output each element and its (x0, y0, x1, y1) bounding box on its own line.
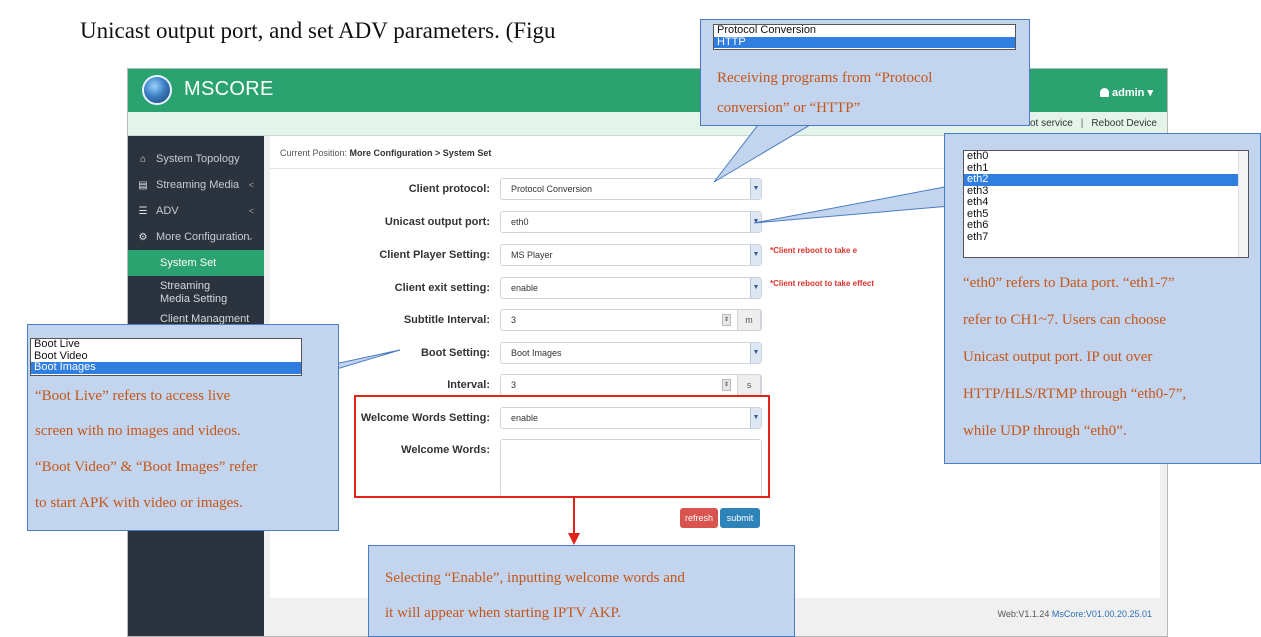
gear-icon: ⚙ (138, 232, 148, 243)
welcome-highlight-box (354, 395, 770, 498)
reboot-device-link[interactable]: Reboot Device (1091, 118, 1157, 129)
input-value: 3 (511, 380, 517, 390)
brand-title: MSCORE (184, 78, 274, 100)
list-option: Boot Live (34, 338, 80, 350)
callout-text: it will appear when starting IPTV AKP. (385, 605, 621, 621)
chevron-left-icon: < (248, 180, 254, 190)
player-setting-select[interactable]: MS Player ▼ (500, 244, 762, 266)
callout-text: HTTP/HLS/RTMP through “eth0-7”, (963, 386, 1187, 402)
client-protocol-label: Client protocol: (408, 183, 490, 195)
list-option: eth1 (967, 161, 989, 174)
boot-options-list: Boot Live Boot Video Boot Images (30, 338, 302, 376)
select-value: eth0 (511, 217, 529, 227)
list-option: Protocol Conversion (717, 24, 817, 36)
sidebar-item-streaming[interactable]: ▤ Streaming Media < (128, 172, 264, 198)
boot-callout: Boot Live Boot Video Boot Images “Boot L… (27, 324, 339, 531)
chevron-left-icon: < (248, 206, 254, 216)
callout-text: Receiving programs from “Protocol (717, 70, 933, 86)
subtitle-interval-input[interactable]: 3 ⇕ m (500, 309, 762, 331)
stepper-icon[interactable]: ⇕ (722, 314, 731, 326)
sidebar-item-system-set[interactable]: System Set (128, 250, 264, 276)
chevron-down-icon: ▼ (750, 245, 761, 265)
select-value: Protocol Conversion (511, 184, 593, 194)
chevron-down-icon: ⌄ (246, 232, 254, 242)
sidebar-item-label: Streaming Media (156, 179, 240, 191)
unit-label: s (737, 374, 761, 396)
callout-text: screen with no images and videos. (35, 423, 241, 439)
eth-callout: eth0 eth1 eth2 eth3 eth4 eth5 eth6 eth7 … (944, 133, 1261, 464)
unicast-port-label: Unicast output port: (384, 216, 490, 228)
chevron-down-icon: ▼ (750, 212, 761, 232)
reboot-note: *Client reboot to take e (770, 246, 858, 255)
interval-input[interactable]: 3 ⇕ s (500, 374, 762, 396)
list-option-selected: eth2 (964, 173, 1248, 186)
stepper-icon[interactable]: ⇕ (722, 379, 731, 391)
sidebar-item-streaming-setting[interactable]: Streaming Media Setting (128, 280, 238, 306)
separator: | (1080, 118, 1084, 129)
user-name: admin (1112, 87, 1145, 99)
callout-text: Unicast output port. IP out over (963, 349, 1153, 365)
sidebar-item-label: System Topology (156, 153, 240, 165)
select-value: enable (511, 283, 539, 293)
chevron-down-icon: ▼ (750, 179, 761, 199)
chevron-down-icon: ▼ (750, 343, 761, 363)
submit-button[interactable]: submit (720, 508, 760, 528)
list-option-selected: Boot Images (31, 361, 301, 374)
reboot-note: *Client reboot to take effect (770, 279, 875, 288)
callout-text: conversion” or “HTTP” (717, 100, 861, 116)
scrollbar (1238, 151, 1248, 257)
document-text-line: Unicast output port, and set ADV paramet… (80, 18, 556, 43)
callout-text: “eth0” refers to Data port. “eth1-7” (963, 275, 1175, 291)
sidebar-item-topology[interactable]: ⌂ System Topology (128, 146, 264, 172)
breadcrumb: Current Position: More Configuration > S… (280, 148, 491, 158)
select-value: MS Player (511, 250, 553, 260)
user-menu[interactable]: admin ▾ (1100, 86, 1153, 99)
list-option: eth4 (967, 196, 989, 208)
film-icon: ▤ (138, 180, 148, 191)
chevron-down-icon: ▾ (1147, 87, 1153, 99)
user-icon (1100, 88, 1109, 97)
breadcrumb-prefix: Current Position: (280, 148, 348, 158)
callout-text: Selecting “Enable”, inputting welcome wo… (385, 570, 685, 586)
protocol-options-list: Protocol Conversion HTTP (713, 24, 1016, 50)
list-option: eth6 (967, 219, 989, 231)
list-icon: ☰ (138, 206, 148, 217)
list-option-selected: HTTP (714, 36, 1015, 48)
web-version: Web:V1.1.24 (997, 609, 1050, 619)
list-option: eth7 (967, 230, 989, 243)
callout-text: “Boot Video” & “Boot Images” refer (35, 459, 258, 475)
list-option: eth5 (967, 207, 989, 220)
callout-text: while UDP through “eth0”. (963, 423, 1127, 439)
exit-setting-select[interactable]: enable ▼ (500, 277, 762, 299)
welcome-callout: Selecting “Enable”, inputting welcome wo… (368, 545, 795, 637)
list-option: eth0 (967, 150, 989, 162)
home-icon: ⌂ (139, 154, 147, 165)
callout-text: refer to CH1~7. Users can choose (963, 312, 1167, 328)
input-value: 3 (511, 315, 517, 325)
list-option: eth3 (967, 184, 989, 197)
sidebar-item-label: More Configuration (156, 231, 250, 243)
sidebar-item-more-config[interactable]: ⚙ More Configuration ⌄ (128, 224, 264, 250)
refresh-button[interactable]: refresh (680, 508, 718, 528)
unicast-port-select[interactable]: eth0 ▼ (500, 211, 762, 233)
breadcrumb-path: More Configuration > System Set (349, 148, 492, 158)
unit-label: m (737, 309, 761, 331)
logo-icon (142, 75, 172, 105)
core-version: MsCore:V01.00.20.25.01 (1051, 609, 1152, 619)
eth-options-list: eth0 eth1 eth2 eth3 eth4 eth5 eth6 eth7 (963, 150, 1249, 258)
boot-setting-select[interactable]: Boot Images ▼ (500, 342, 762, 364)
callout-text: “Boot Live” refers to access live (35, 388, 231, 404)
protocol-callout: Protocol Conversion HTTP Receiving progr… (700, 19, 1030, 126)
exit-setting-label: Client exit setting: (394, 282, 490, 294)
select-value: Boot Images (511, 348, 562, 358)
chevron-down-icon: ▼ (750, 278, 761, 298)
sidebar-item-label: ADV (156, 205, 179, 217)
callout-text: to start APK with video or images. (35, 495, 243, 511)
player-setting-label: Client Player Setting: (379, 249, 490, 261)
client-protocol-select[interactable]: Protocol Conversion ▼ (500, 178, 762, 200)
sidebar-item-adv[interactable]: ☰ ADV < (128, 198, 264, 224)
